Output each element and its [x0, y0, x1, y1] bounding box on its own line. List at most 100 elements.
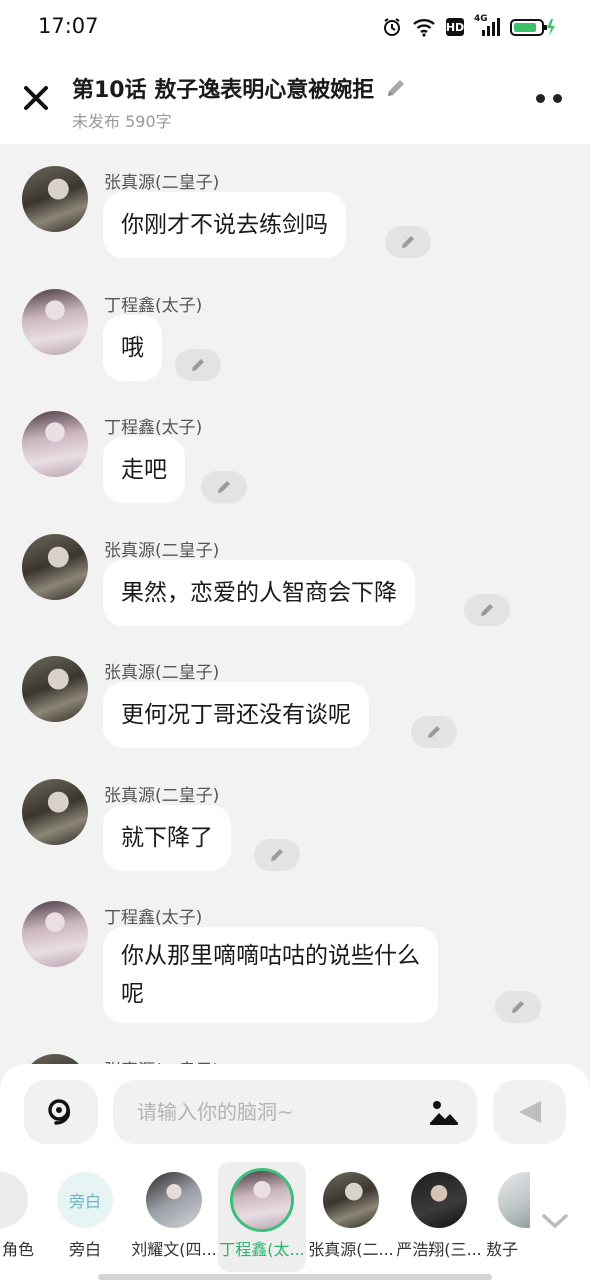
episode-header: 第10话 敖子逸表明心意被婉拒 未发布 590字	[0, 54, 590, 144]
edit-title-button[interactable]	[384, 76, 408, 100]
edit-icon	[271, 849, 283, 861]
chevron-down-icon	[542, 1214, 568, 1229]
role-item[interactable]: 敖子	[482, 1162, 530, 1272]
avatar[interactable]	[22, 779, 88, 845]
avatar[interactable]	[22, 534, 88, 600]
narrator-avatar: 旁白	[57, 1172, 113, 1228]
speaker-name: 丁程鑫(太子)	[104, 296, 203, 316]
title-row: 第10话 敖子逸表明心意被婉拒	[72, 72, 408, 104]
speaker-name: 丁程鑫(太子)	[104, 418, 203, 438]
image-button[interactable]	[429, 1098, 459, 1126]
speaker-name: 张真源(二皇子)	[104, 1056, 219, 1064]
edit-icon	[512, 1001, 524, 1013]
message-bubble[interactable]: 果然，恋爱的人智商会下降	[103, 560, 415, 626]
more-button[interactable]	[536, 90, 568, 106]
edit-icon	[402, 236, 414, 248]
message-bubble[interactable]: 你从那里嘀嘀咕咕的说些什么 呢	[103, 927, 438, 1023]
close-button[interactable]	[20, 82, 52, 114]
edit-message-button[interactable]	[175, 349, 221, 381]
message-bubble[interactable]: 你刚才不说去练剑吗	[103, 192, 346, 258]
edit-message-button[interactable]	[201, 471, 247, 503]
role-item[interactable]: 刘耀文(四...	[130, 1162, 218, 1272]
role-selector[interactable]: 角色 旁白 旁白 刘耀文(四... 丁程鑫(太... 张真源(二... 严浩翔(…	[0, 1162, 530, 1272]
avatar[interactable]	[22, 166, 88, 232]
edit-icon	[218, 481, 230, 493]
role-label: 张真源(二...	[308, 1240, 394, 1259]
role-avatar	[323, 1172, 379, 1228]
more-icon-dot	[536, 93, 545, 103]
message-text: 呢	[121, 981, 144, 1007]
edit-message-button[interactable]	[464, 594, 510, 626]
message-bubble[interactable]: 走吧	[103, 437, 185, 503]
network-label: 4G	[474, 14, 488, 24]
avatar[interactable]	[22, 901, 88, 967]
message-text: 走吧	[121, 457, 167, 483]
speaker-name: 丁程鑫(太子)	[104, 908, 203, 928]
status-icons: HD 4G	[382, 14, 556, 40]
message-text: 果然，恋爱的人智商会下降	[121, 580, 397, 606]
story-input[interactable]	[137, 1080, 417, 1144]
role-avatar	[0, 1172, 28, 1228]
role-item-narrator[interactable]: 旁白 旁白	[41, 1162, 129, 1272]
episode-title: 第10话 敖子逸表明心意被婉拒	[72, 78, 375, 103]
home-indicator	[98, 1274, 492, 1280]
voice-icon	[48, 1099, 71, 1125]
signal-icon: 4G	[474, 14, 500, 37]
avatar[interactable]	[22, 656, 88, 722]
chat-list[interactable]: 张真源(二皇子) 你刚才不说去练剑吗 丁程鑫(太子) 哦 丁程鑫(太子) 走吧 …	[0, 144, 590, 1064]
role-label: 刘耀文(四...	[131, 1240, 217, 1259]
alarm-icon	[382, 17, 402, 37]
role-label: 丁程鑫(太...	[219, 1240, 305, 1259]
image-icon	[430, 1101, 458, 1125]
more-icon-dot	[553, 93, 562, 103]
message-text: 你刚才不说去练剑吗	[121, 212, 328, 238]
edit-icon	[192, 359, 204, 371]
role-item-selected[interactable]: 丁程鑫(太...	[218, 1162, 306, 1272]
role-avatar	[230, 1168, 294, 1232]
send-icon	[518, 1101, 541, 1123]
send-button[interactable]	[493, 1080, 566, 1144]
edit-message-button[interactable]	[411, 716, 457, 748]
speaker-name: 张真源(二皇子)	[104, 173, 220, 193]
edit-icon	[428, 726, 440, 738]
role-label: 敖子	[486, 1240, 519, 1259]
role-avatar	[146, 1172, 202, 1228]
edit-message-button[interactable]	[254, 839, 300, 871]
expand-roles-button[interactable]	[538, 1204, 572, 1238]
role-label: 严浩翔(三...	[396, 1240, 482, 1259]
role-item[interactable]: 角色	[0, 1162, 44, 1272]
edit-message-button[interactable]	[385, 226, 431, 258]
avatar[interactable]	[22, 1054, 88, 1064]
message-bubble[interactable]: 更何况丁哥还没有谈呢	[103, 682, 369, 748]
close-icon	[24, 86, 48, 110]
speaker-name: 张真源(二皇子)	[104, 541, 220, 561]
role-avatar	[411, 1172, 467, 1228]
battery-icon	[510, 17, 556, 37]
input-container	[113, 1080, 477, 1144]
message-text: 你从那里嘀嘀咕咕的说些什么	[121, 943, 420, 969]
speaker-name: 张真源(二皇子)	[104, 663, 220, 683]
edit-message-button[interactable]	[495, 991, 541, 1023]
edit-icon	[388, 80, 405, 96]
composer-panel: 角色 旁白 旁白 刘耀文(四... 丁程鑫(太... 张真源(二... 严浩翔(…	[0, 1064, 590, 1280]
wifi-icon	[412, 17, 436, 37]
avatar[interactable]	[22, 289, 88, 355]
role-item[interactable]: 严浩翔(三...	[395, 1162, 483, 1272]
status-time: 17:07	[38, 14, 99, 38]
message-bubble[interactable]: 就下降了	[103, 805, 231, 871]
message-text: 更何况丁哥还没有谈呢	[121, 702, 351, 728]
episode-status: 未发布 590字	[72, 112, 172, 131]
role-avatar	[498, 1172, 530, 1228]
message-text: 哦	[121, 335, 144, 361]
avatar[interactable]	[22, 411, 88, 477]
role-item[interactable]: 张真源(二...	[307, 1162, 395, 1272]
edit-icon	[481, 604, 493, 616]
speaker-name: 张真源(二皇子)	[104, 786, 220, 806]
message-text: 就下降了	[121, 825, 213, 851]
role-label: 旁白	[68, 1240, 101, 1259]
message-bubble[interactable]: 哦	[103, 315, 162, 381]
status-bar: 17:07 HD 4G	[0, 0, 590, 54]
role-label: 角色	[1, 1240, 34, 1259]
voice-button[interactable]	[24, 1080, 98, 1144]
hd-badge: HD	[446, 18, 464, 36]
